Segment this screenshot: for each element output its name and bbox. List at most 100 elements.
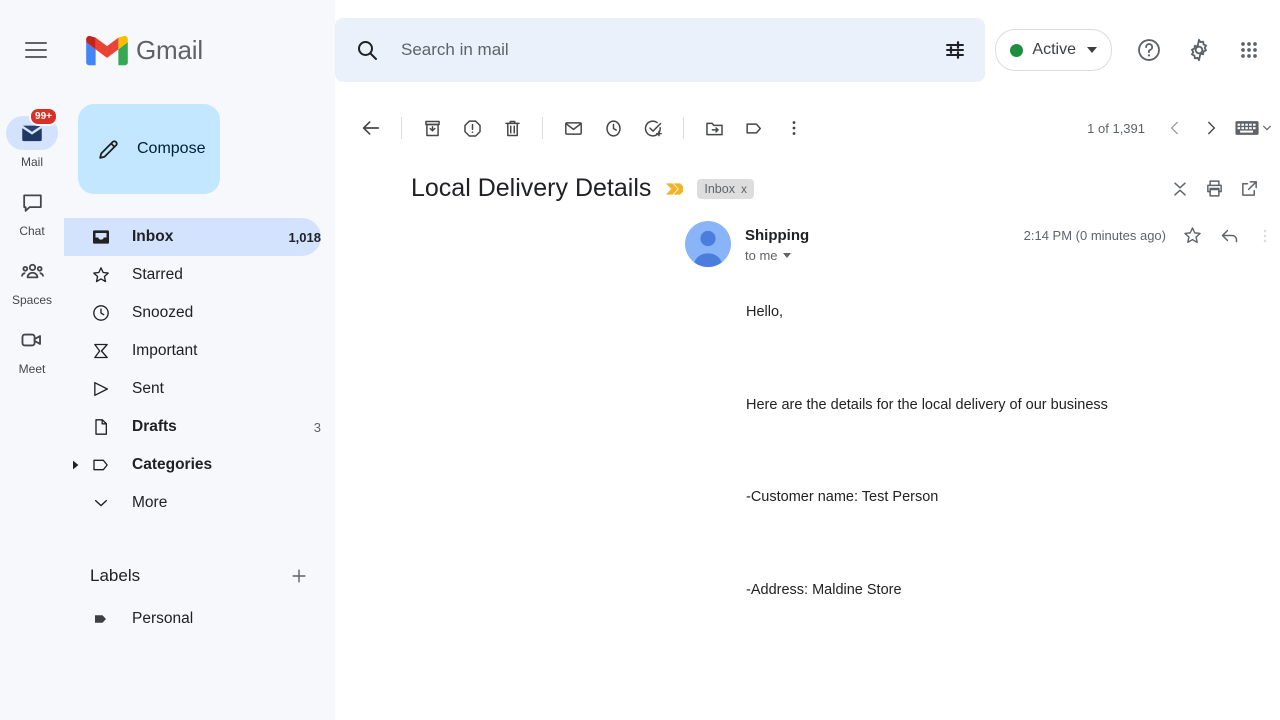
print-icon[interactable]	[1204, 178, 1225, 199]
email-label-chip[interactable]: Inbox x	[697, 178, 754, 199]
move-to-button[interactable]	[694, 108, 734, 148]
keyboard-input-tools-button[interactable]	[1235, 119, 1272, 137]
pagination-next-button[interactable]	[1193, 110, 1229, 146]
sender-name: Shipping	[745, 227, 810, 244]
compose-button[interactable]: Compose	[78, 104, 220, 194]
mark-unread-button[interactable]	[553, 108, 593, 148]
body-row: 99+ Mail Chat Spaces Meet Compose Inbox …	[0, 100, 1280, 720]
chat-bubble-icon	[6, 185, 58, 219]
sidebar-item-label: Starred	[132, 266, 183, 283]
expand-triangle-icon[interactable]	[72, 460, 82, 470]
delete-button[interactable]	[492, 108, 532, 148]
trash-icon	[502, 118, 523, 139]
more-options-button[interactable]	[774, 108, 814, 148]
snooze-button[interactable]	[593, 108, 633, 148]
main-content: 1 of 1,391 Local Delivery Details Inbox …	[335, 100, 1280, 720]
rail-item-spaces[interactable]: Spaces	[4, 254, 60, 307]
message-paragraph: -Customer name: Test Person	[746, 489, 939, 505]
pagination-count: 1 of 1,391	[1087, 120, 1145, 136]
clock-icon	[603, 118, 624, 139]
meet-video-icon	[6, 323, 58, 357]
sidebar-nav-list: Inbox 1,018 Starred Snoozed Important Se…	[64, 218, 335, 522]
rail-item-mail[interactable]: 99+ Mail	[4, 107, 60, 169]
mail-icon: 99+	[6, 107, 58, 150]
message-timestamp: 2:14 PM (0 minutes ago)	[1023, 228, 1166, 243]
importance-marker-icon[interactable]	[665, 181, 684, 197]
gmail-logo-icon	[86, 34, 128, 66]
more-vertical-icon[interactable]	[1256, 226, 1274, 246]
sidebar-item-categories[interactable]: Categories	[64, 446, 321, 484]
sidebar-item-label: Snoozed	[132, 304, 194, 321]
collapse-all-icon[interactable]	[1170, 179, 1190, 199]
header-search-area	[335, 0, 995, 100]
spaces-people-icon	[6, 254, 58, 288]
rail-item-label: Meet	[18, 362, 46, 376]
apps-grid-icon[interactable]	[1226, 27, 1272, 73]
rail-item-chat[interactable]: Chat	[4, 185, 60, 238]
pagination-prev-button[interactable]	[1157, 110, 1193, 146]
pencil-icon	[96, 137, 121, 162]
recipient-details-toggle[interactable]: to me	[745, 248, 809, 263]
envelope-icon	[563, 118, 584, 139]
gear-icon[interactable]	[1176, 27, 1222, 73]
sidebar-item-more[interactable]: More	[64, 484, 321, 522]
person-avatar-icon	[685, 221, 731, 267]
chevron-right-icon	[1202, 119, 1220, 137]
star-icon[interactable]	[1182, 225, 1203, 246]
close-icon[interactable]: x	[741, 182, 747, 196]
reply-arrow-icon[interactable]	[1219, 225, 1240, 246]
sidebar-item-sent[interactable]: Sent	[64, 370, 321, 408]
message-header-actions: 2:14 PM (0 minutes ago)	[1024, 225, 1274, 246]
sidebar-item-label: Sent	[132, 380, 164, 397]
task-check-icon	[643, 118, 664, 139]
labels-section-header: Labels	[64, 552, 335, 600]
toolbar-divider	[401, 117, 402, 139]
sidebar-item-important[interactable]: Important	[64, 332, 321, 370]
labels-button[interactable]	[734, 108, 774, 148]
open-in-new-icon[interactable]	[1239, 178, 1260, 199]
sidebar-item-starred[interactable]: Starred	[64, 256, 321, 294]
email-header-actions	[1170, 178, 1264, 199]
chevron-left-icon	[1166, 119, 1184, 137]
important-icon	[90, 341, 112, 361]
message-body: Hello, Here are the details for the loca…	[335, 263, 1280, 675]
label-tag-icon	[90, 455, 112, 475]
sidebar-item-label: Categories	[132, 456, 213, 473]
search-options-icon[interactable]	[943, 38, 967, 62]
rail-item-meet[interactable]: Meet	[4, 323, 60, 376]
report-spam-button[interactable]	[452, 108, 492, 148]
plus-icon[interactable]	[289, 566, 309, 586]
sidebar-item-snoozed[interactable]: Snoozed	[64, 294, 321, 332]
email-subject-row: Local Delivery Details Inbox x	[335, 156, 1280, 213]
search-input[interactable]	[401, 40, 943, 60]
archive-button[interactable]	[412, 108, 452, 148]
sidebar-item-count: 3	[313, 419, 321, 435]
rail-item-label: Spaces	[11, 293, 53, 307]
back-to-inbox-button[interactable]	[351, 108, 391, 148]
send-icon	[90, 379, 112, 399]
sidebar-item-label: Drafts	[132, 418, 177, 435]
recipient-text: to me	[745, 248, 778, 263]
sidebar-item-label: More	[132, 494, 168, 511]
status-badge[interactable]: Active	[995, 29, 1112, 71]
sidebar-item-inbox[interactable]: Inbox 1,018	[64, 218, 321, 256]
message-header: Shipping to me 2:14 PM (0 minutes ago)	[335, 213, 1280, 267]
message-paragraph: Here are the details for the local deliv…	[746, 396, 1108, 413]
add-to-tasks-button[interactable]	[633, 108, 673, 148]
sidebar-item-label: Important	[132, 342, 198, 359]
sidebar-item-drafts[interactable]: Drafts 3	[64, 408, 321, 446]
keyboard-icon	[1235, 119, 1259, 137]
help-icon[interactable]	[1126, 27, 1172, 73]
sidebar-label-personal[interactable]: Personal	[64, 600, 321, 638]
avatar[interactable]	[685, 221, 731, 267]
app-rail: 99+ Mail Chat Spaces Meet	[0, 100, 64, 720]
sidebar-item-label: Inbox	[132, 228, 174, 245]
sidebar-label-text: Personal	[132, 610, 194, 627]
search-box[interactable]	[335, 18, 985, 82]
chevron-down-icon	[1262, 123, 1272, 133]
inbox-icon	[90, 227, 112, 247]
hamburger-icon[interactable]	[12, 26, 60, 74]
more-vertical-icon	[784, 118, 804, 138]
draft-file-icon	[90, 417, 112, 437]
gmail-brand[interactable]: Gmail	[86, 34, 203, 66]
